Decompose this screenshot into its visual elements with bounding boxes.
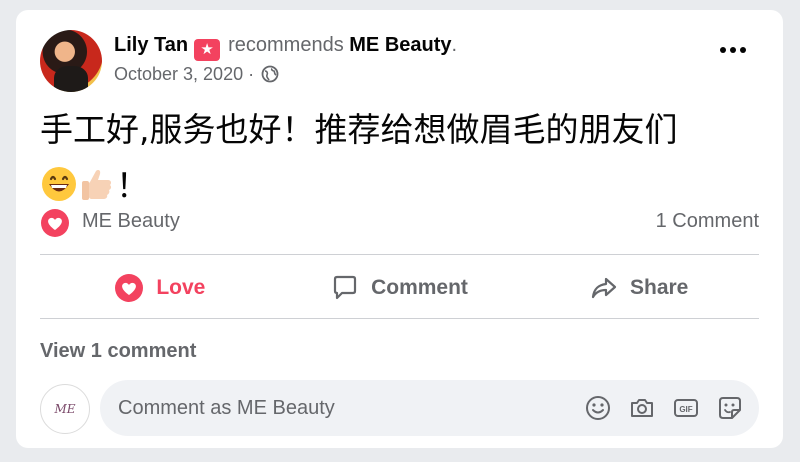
- post-meta: October 3, 2020 ·: [114, 64, 279, 85]
- recommends-text: recommends: [228, 34, 344, 56]
- sticker-icon[interactable]: [715, 393, 745, 423]
- heart-icon[interactable]: [40, 208, 70, 238]
- divider: [40, 318, 759, 319]
- page-suffix: .: [451, 34, 458, 56]
- page-avatar[interactable]: ME: [40, 384, 90, 434]
- author-avatar[interactable]: [40, 30, 102, 92]
- divider: [40, 254, 759, 255]
- post-header: Lily Tan ★ recommends ME Beauty. October 3…: [40, 30, 759, 94]
- share-icon: [591, 277, 617, 299]
- share-label: Share: [629, 276, 689, 299]
- comment-icon: [333, 275, 357, 300]
- reactions-bar: ME Beauty 1 Comment: [40, 206, 759, 240]
- grinning-emoji: [42, 167, 76, 201]
- comment-label: Comment: [371, 276, 468, 299]
- comment-composer: ME Comment as ME Beauty GIF: [40, 380, 759, 438]
- reactor-name[interactable]: ME Beauty: [82, 210, 180, 233]
- comment-input[interactable]: Comment as ME Beauty GIF: [100, 380, 759, 436]
- svg-text:GIF: GIF: [679, 405, 692, 414]
- recommend-star-icon: ★: [194, 39, 221, 61]
- post-card: Lily Tan ★ recommends ME Beauty. October 3…: [16, 10, 783, 448]
- love-label: Love: [156, 276, 206, 299]
- heart-icon: [115, 274, 144, 302]
- comment-count[interactable]: 1 Comment: [656, 210, 759, 233]
- view-comments-link[interactable]: View 1 comment: [40, 340, 196, 363]
- date-separator: ·: [248, 64, 255, 84]
- post-body-text: 手工好,服务也好！推荐给想做眉毛的朋友们: [40, 110, 678, 149]
- author-name[interactable]: Lily Tan: [114, 34, 188, 56]
- comment-input-icons: GIF: [583, 393, 745, 423]
- more-icon[interactable]: [719, 46, 747, 54]
- post-body-end: ！: [116, 166, 149, 205]
- love-button[interactable]: Love: [40, 258, 280, 318]
- action-bar: Love Comment Share: [40, 258, 759, 318]
- globe-icon[interactable]: [261, 65, 279, 83]
- comment-button[interactable]: Comment: [280, 258, 520, 318]
- comment-placeholder: Comment as ME Beauty: [118, 397, 335, 419]
- page-avatar-text: ME: [54, 402, 76, 416]
- thumbs-up-emoji: [82, 170, 112, 200]
- gif-icon[interactable]: GIF: [671, 393, 701, 423]
- share-button[interactable]: Share: [519, 258, 759, 318]
- post-date[interactable]: October 3, 2020: [114, 64, 243, 84]
- post-body: 手工好,服务也好！推荐给想做眉毛的朋友们 ！: [40, 102, 760, 214]
- camera-icon[interactable]: [627, 393, 657, 423]
- post-title-line: Lily Tan ★ recommends ME Beauty.: [114, 34, 457, 61]
- page-name-link[interactable]: ME Beauty: [349, 34, 451, 56]
- smiley-icon[interactable]: [583, 393, 613, 423]
